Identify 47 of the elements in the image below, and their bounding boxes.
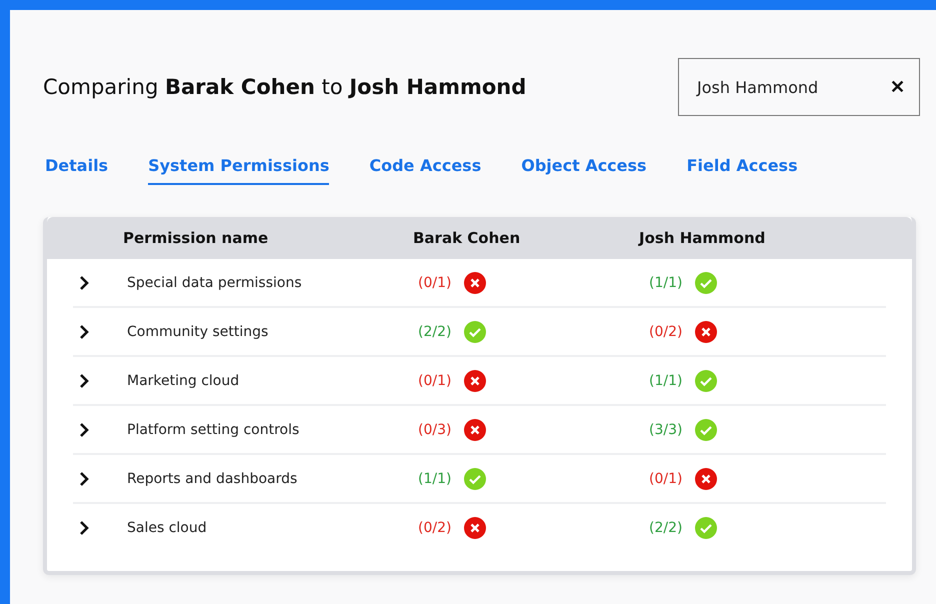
x-circle-icon <box>464 516 486 538</box>
permission-count: (2/2) <box>418 324 450 340</box>
check-circle-icon <box>464 468 486 490</box>
x-circle-icon <box>464 418 486 440</box>
x-circle-icon <box>695 468 717 490</box>
permission-count: (2/2) <box>649 520 681 536</box>
tab[interactable]: Details <box>45 156 108 185</box>
permission-count: (1/1) <box>418 470 450 486</box>
tab[interactable]: Code Access <box>369 156 482 185</box>
clear-button[interactable]: ✕ <box>890 76 905 98</box>
check-circle-icon <box>695 370 717 392</box>
column-header: Barak Cohen <box>413 229 522 247</box>
chevron-right-icon[interactable] <box>79 274 89 290</box>
permission-count: (0/1) <box>649 470 681 486</box>
permission-count: (0/3) <box>418 422 450 438</box>
column-header: Josh Hammond <box>639 229 766 247</box>
tab[interactable]: Object Access <box>521 156 647 185</box>
search-field[interactable]: Josh Hammond ✕ <box>678 58 920 116</box>
permission-name: Platform setting controls <box>127 422 300 438</box>
check-circle-icon <box>464 320 486 342</box>
permission-name: Marketing cloud <box>127 372 240 388</box>
permission-name: Special data permissions <box>127 274 303 290</box>
chevron-right-icon[interactable] <box>79 324 89 340</box>
x-circle-icon <box>464 370 486 392</box>
check-circle-icon <box>695 418 717 440</box>
permission-count: (3/3) <box>649 422 681 438</box>
chevron-right-icon[interactable] <box>79 470 89 486</box>
permission-count: (0/2) <box>649 324 681 340</box>
permission-count: (0/1) <box>418 372 450 388</box>
permission-count: (0/1) <box>418 274 450 290</box>
check-circle-icon <box>695 272 717 294</box>
permission-count: (1/1) <box>649 274 681 290</box>
permission-count: (1/1) <box>649 372 681 388</box>
chevron-right-icon[interactable] <box>79 520 89 536</box>
tab[interactable]: Field Access <box>686 156 798 185</box>
permission-name: Community settings <box>127 324 270 340</box>
permission-count: (0/2) <box>418 520 450 536</box>
chevron-right-icon[interactable] <box>79 422 89 438</box>
column-header: Permission name <box>123 229 270 247</box>
tab[interactable]: System Permissions <box>148 156 330 185</box>
page-title: Comparing Barak Cohen to Josh Hammond <box>43 75 526 99</box>
x-circle-icon <box>464 272 486 294</box>
permission-name: Sales cloud <box>127 520 208 536</box>
x-circle-icon <box>695 320 717 342</box>
permission-name: Reports and dashboards <box>127 470 298 486</box>
check-circle-icon <box>695 516 717 538</box>
chevron-right-icon[interactable] <box>79 372 89 388</box>
